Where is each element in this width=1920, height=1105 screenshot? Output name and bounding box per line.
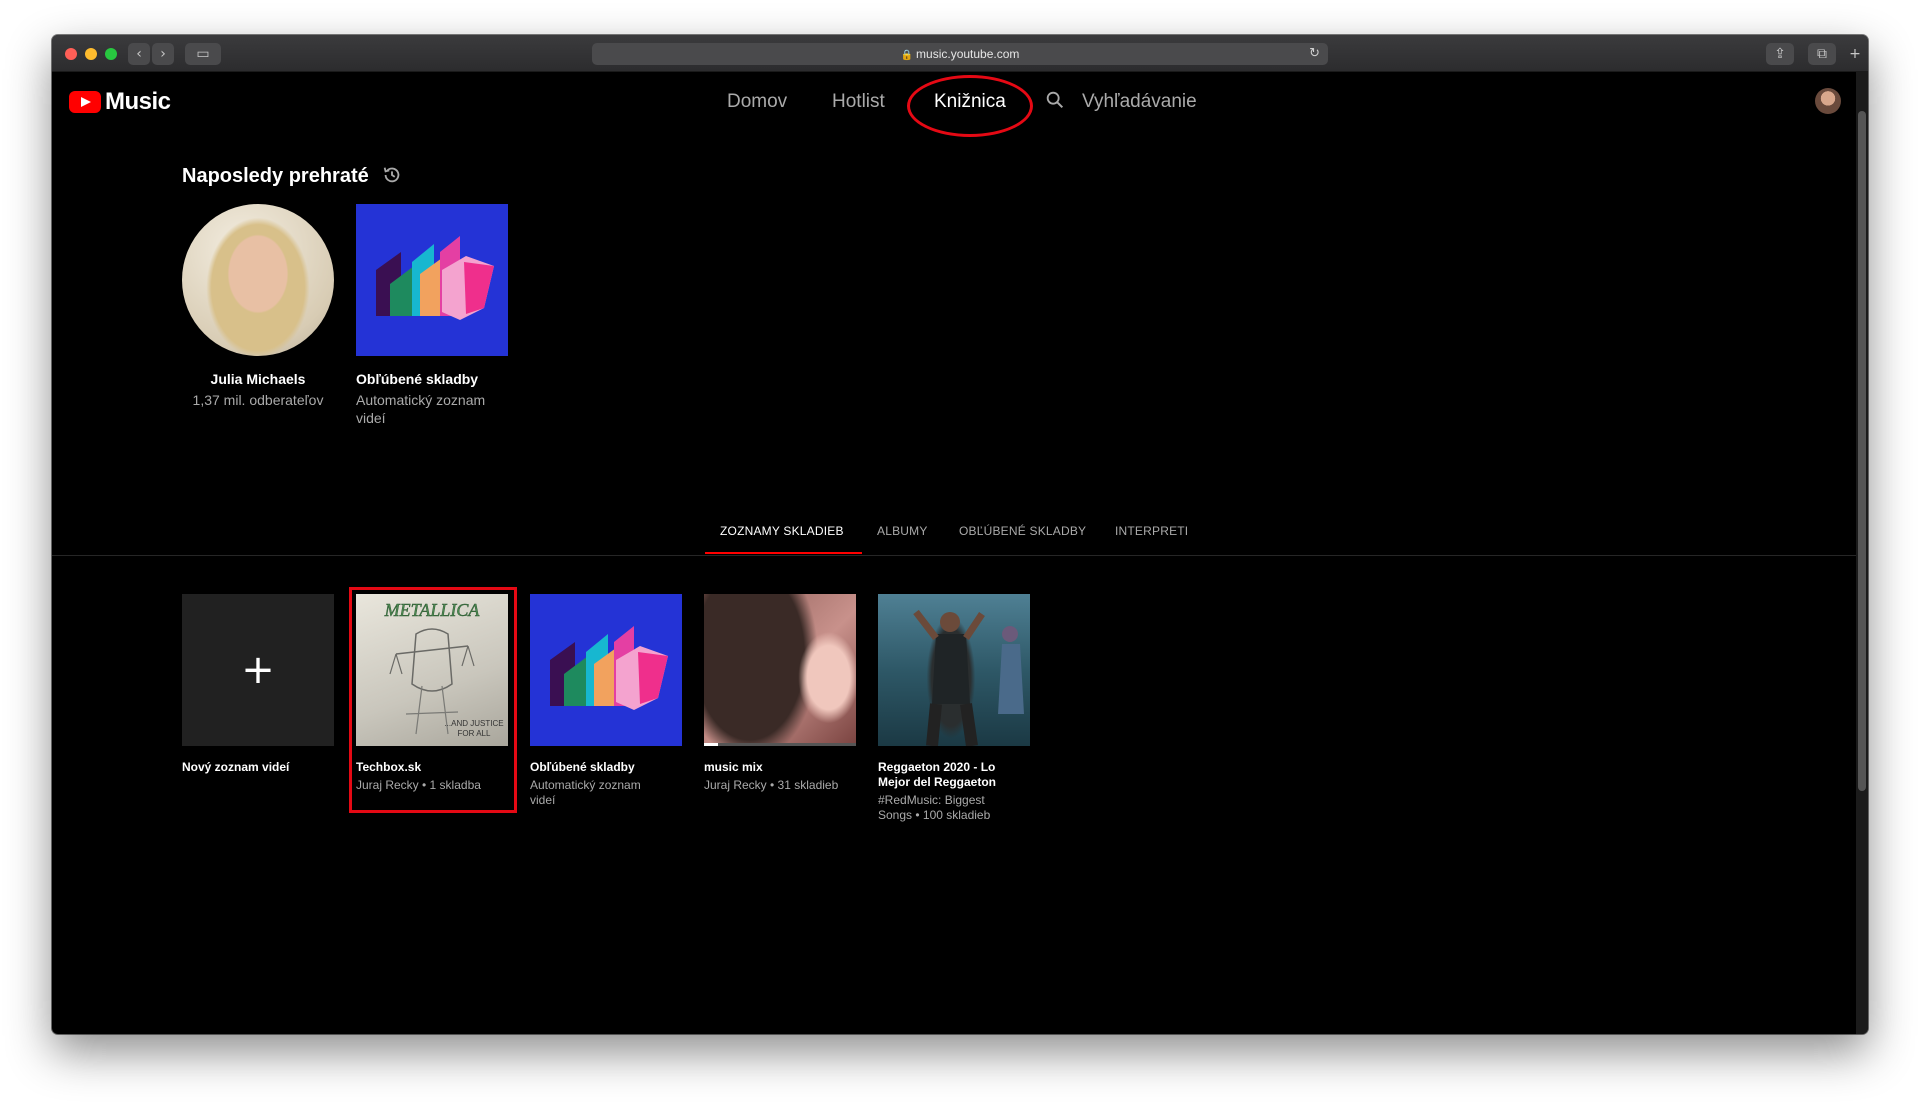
- share-icon: ⇪: [1774, 46, 1786, 62]
- new-playlist-title[interactable]: Nový zoznam videí: [182, 760, 289, 775]
- reload-icon[interactable]: ↻: [1309, 43, 1320, 65]
- history-icon[interactable]: [381, 164, 403, 186]
- liked-songs-thumbnail[interactable]: [356, 204, 508, 356]
- music-mix-subtitle: Juraj Recky • 31 skladieb: [704, 778, 839, 792]
- share-button[interactable]: ⇪: [1766, 43, 1794, 65]
- reggaeton-art: [913, 609, 1024, 746]
- active-tab-indicator: [705, 552, 862, 554]
- liked-songs-title[interactable]: Obľúbené skladby: [356, 371, 478, 387]
- youtube-play-icon: [69, 91, 101, 113]
- tab-artists[interactable]: INTERPRETI: [1115, 524, 1188, 538]
- tabs-overview-button[interactable]: ⧉: [1808, 43, 1836, 65]
- techbox-playlist-subtitle: Juraj Recky • 1 skladba: [356, 778, 481, 792]
- artist-subscribers: 1,37 mil. odberateľov: [192, 392, 324, 408]
- browser-toolbar: ‹ › ▭ 🔒 music.youtube.com ↻ ⇪ ⧉ +: [52, 35, 1868, 72]
- artist-name-text: Julia Michaels: [210, 371, 306, 387]
- section-title-recent: Naposledy prehraté: [182, 165, 369, 187]
- plus-icon: +: [1849, 46, 1861, 62]
- new-playlist-card[interactable]: +: [182, 594, 334, 746]
- chevron-left-icon: ‹: [136, 46, 142, 62]
- new-tab-button[interactable]: +: [1848, 43, 1862, 65]
- liked-songs-playlist-thumbnail[interactable]: [530, 594, 682, 746]
- reggaeton-thumbnail[interactable]: [878, 594, 1030, 746]
- nav-home[interactable]: Domov: [727, 91, 787, 113]
- plus-icon: +: [241, 647, 275, 693]
- youtube-music-logo[interactable]: Music: [69, 88, 171, 115]
- reggaeton-title-1[interactable]: Reggaeton 2020 - Lo: [878, 760, 995, 775]
- address-bar[interactable]: 🔒 music.youtube.com ↻: [592, 43, 1328, 65]
- liked-songs-subtitle-1: Automatický zoznam: [356, 392, 486, 408]
- scrollbar-track[interactable]: [1856, 71, 1868, 1034]
- avatar[interactable]: [1815, 88, 1841, 114]
- chevron-right-icon: ›: [160, 46, 166, 62]
- techbox-playlist-title[interactable]: Techbox.sk: [356, 760, 421, 775]
- music-mix-thumbnail[interactable]: [704, 594, 856, 746]
- close-window-button[interactable]: [65, 48, 77, 60]
- liked-songs-subtitle-2: videí: [356, 410, 386, 426]
- tab-albums[interactable]: ALBUMY: [877, 524, 928, 538]
- tabs-icon: ⧉: [1817, 46, 1827, 62]
- tab-playlists[interactable]: ZOZNAMY SKLADIEB: [720, 524, 844, 538]
- liked-songs-playlist-subtitle-2: videí: [530, 793, 556, 807]
- reggaeton-subtitle-2: Songs • 100 skladieb: [878, 808, 991, 822]
- reggaeton-title-2[interactable]: Mejor del Reggaeton: [878, 775, 996, 790]
- url-text: music.youtube.com: [916, 47, 1020, 61]
- music-mix-title[interactable]: music mix: [704, 760, 763, 775]
- logo-text: Music: [105, 88, 171, 115]
- sidebar-toggle-button[interactable]: ▭: [185, 43, 221, 65]
- artist-thumbnail-julia-michaels[interactable]: [182, 204, 334, 356]
- minimize-window-button[interactable]: [85, 48, 97, 60]
- sidebar-icon: ▭: [196, 46, 210, 62]
- scrollbar-thumb[interactable]: [1858, 111, 1866, 791]
- thumbs-up-bars-art: [376, 236, 494, 320]
- back-button[interactable]: ‹: [128, 43, 150, 65]
- zoom-window-button[interactable]: [105, 48, 117, 60]
- nav-hotlist[interactable]: Hotlist: [832, 91, 885, 113]
- forward-button[interactable]: ›: [152, 43, 174, 65]
- thumbs-up-bars-art: [550, 626, 668, 710]
- search-label[interactable]: Vyhľadávanie: [1082, 91, 1197, 113]
- reggaeton-subtitle-1: #RedMusic: Biggest: [878, 793, 985, 807]
- liked-songs-playlist-subtitle-1: Automatický zoznam: [530, 778, 641, 792]
- liked-songs-playlist-title[interactable]: Obľúbené skladby: [530, 760, 635, 775]
- tab-liked-songs[interactable]: OBĽÚBENÉ SKLADBY: [959, 524, 1086, 538]
- lock-icon: 🔒: [900, 50, 914, 61]
- progress-fill: [704, 743, 718, 746]
- browser-window: ‹ › ▭ 🔒 music.youtube.com ↻ ⇪ ⧉ + Music D…: [52, 35, 1868, 1034]
- divider: [52, 555, 1856, 556]
- progress-track: [704, 743, 856, 746]
- search-icon[interactable]: [1044, 89, 1066, 111]
- annotation-circle: [907, 75, 1033, 137]
